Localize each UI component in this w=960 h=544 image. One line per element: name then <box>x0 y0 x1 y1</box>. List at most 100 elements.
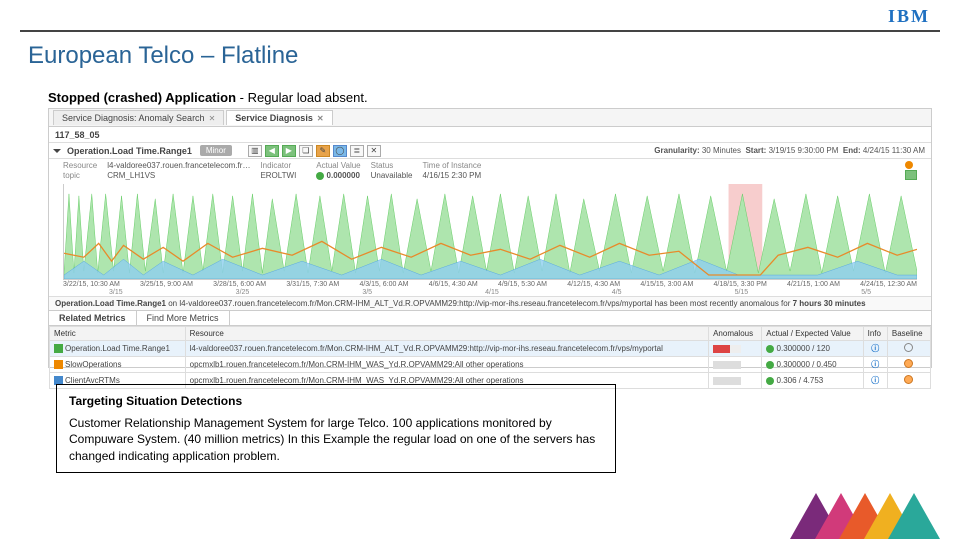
chart-xaxis: 3/22/15, 10:30 AM 3/25/15, 9:00 AM 3/28/15… <box>49 280 931 288</box>
tool-icon[interactable]: ◯ <box>333 145 347 157</box>
info-icon[interactable]: ⓘ <box>871 344 879 353</box>
table-row[interactable]: Operation.Load Time.Range1l4-valdoree037… <box>50 341 931 357</box>
status-dot-icon <box>316 172 324 180</box>
anomaly-duration: 7 hours 30 minutes <box>793 299 866 308</box>
xaxis-tick: 3/22/15, 10:30 AM <box>63 281 120 288</box>
indicator-value: EROLTWI <box>260 171 296 180</box>
annotation-heading: Targeting Situation Detections <box>69 393 603 409</box>
chart-svg <box>64 184 917 279</box>
tab-service-diagnosis[interactable]: Service Diagnosis ✕ <box>226 110 332 125</box>
xaxis-week-tick: 3/15 <box>109 289 123 296</box>
close-icon[interactable]: ✕ <box>317 114 324 123</box>
timeseries-chart[interactable] <box>63 184 917 280</box>
app-screenshot: Service Diagnosis: Anomaly Search ✕ Serv… <box>48 108 932 368</box>
xaxis-tick: 3/28/15, 6:00 AM <box>213 281 266 288</box>
meta-label: Indicator <box>260 161 296 170</box>
metric-name: Operation.Load Time.Range1 <box>67 146 192 156</box>
actual-value: 0.000000 <box>327 171 360 180</box>
table-header[interactable]: Metric <box>50 327 186 341</box>
info-icon[interactable]: ⓘ <box>871 360 879 369</box>
meta-label: Status <box>371 161 413 170</box>
gran-label: Granularity: <box>654 146 699 155</box>
topic-value: CRM_LH1VS <box>107 171 250 180</box>
status-dot-icon <box>766 345 774 353</box>
decorative-triangles <box>822 493 940 544</box>
tool-icon[interactable]: ❏ <box>299 145 313 157</box>
metric-color-icon <box>54 360 63 369</box>
xaxis-week-tick: 5/5 <box>861 289 871 296</box>
tab-anomaly-search[interactable]: Service Diagnosis: Anomaly Search ✕ <box>53 110 224 125</box>
subtitle-bold: Stopped (crashed) Application <box>48 90 236 105</box>
xaxis-tick: 4/3/15, 6:00 AM <box>359 281 408 288</box>
meta-label: Time of Instance <box>422 161 481 170</box>
xaxis-week-tick: 3/25 <box>236 289 250 296</box>
table-header[interactable]: Resource <box>185 327 708 341</box>
fwd-icon[interactable]: ▶ <box>282 145 296 157</box>
xaxis-week-tick: 4/15 <box>485 289 499 296</box>
related-tabs: Related Metrics Find More Metrics <box>49 310 931 326</box>
meta-label: topic <box>63 171 80 180</box>
breadcrumb-row: 117_58_05 <box>49 127 931 143</box>
table-header[interactable]: Actual / Expected Value <box>762 327 863 341</box>
severity-badge: Minor <box>200 145 232 156</box>
tab-bar: Service Diagnosis: Anomaly Search ✕ Serv… <box>49 109 931 127</box>
subtitle-rest: - Regular load absent. <box>236 90 368 105</box>
legend-dot-icon <box>905 161 913 169</box>
tool-icon[interactable]: ✎ <box>316 145 330 157</box>
tab-related-metrics[interactable]: Related Metrics <box>49 311 137 325</box>
anomaly-spark-icon <box>713 377 741 385</box>
xaxis-tick: 4/18/15, 3:30 PM <box>713 281 766 288</box>
header-rule <box>20 30 940 32</box>
time-range-info: Granularity: 30 Minutes Start: 3/19/15 9… <box>654 146 925 155</box>
metric-color-icon <box>54 344 63 353</box>
anomaly-metric: Operation.Load Time.Range1 <box>55 299 166 308</box>
baseline-icon[interactable] <box>904 343 913 352</box>
status-value: Unavailable <box>371 171 413 180</box>
expand-icon[interactable] <box>53 149 61 153</box>
annotation-box: Targeting Situation Detections Customer … <box>56 384 616 473</box>
back-icon[interactable]: ◀ <box>265 145 279 157</box>
anomaly-body: on l4-valdoree037.rouen.francetelecom.fr… <box>166 299 793 308</box>
table-row[interactable]: SlowOperationsopcmxlb1.rouen.francetelec… <box>50 357 931 373</box>
start-value: 3/19/15 9:30:00 PM <box>769 146 839 155</box>
metric-meta: Resource topic l4-valdoree037.rouen.fran… <box>49 159 931 182</box>
info-icon[interactable]: ⓘ <box>871 376 879 385</box>
table-header[interactable]: Anomalous <box>709 327 762 341</box>
tab-find-more-metrics[interactable]: Find More Metrics <box>137 311 230 325</box>
anomaly-summary: Operation.Load Time.Range1 on l4-valdore… <box>49 296 931 310</box>
metrics-table: MetricResourceAnomalousActual / Expected… <box>49 326 931 389</box>
xaxis-tick: 3/25/15, 9:00 AM <box>140 281 193 288</box>
table-header[interactable]: Info <box>863 327 887 341</box>
end-label: End: <box>843 146 861 155</box>
xaxis-tick: 4/12/15, 4:30 AM <box>567 281 620 288</box>
meta-label: Actual Value <box>316 161 360 170</box>
toolbar: ▥ ◀ ▶ ❏ ✎ ◯ ≣ ✕ <box>248 145 381 157</box>
end-value: 4/24/15 11:30 AM <box>863 146 925 155</box>
xaxis-tick: 4/24/15, 12:30 AM <box>860 281 917 288</box>
ibm-logo-text: IBM <box>888 6 930 26</box>
table-header-row: MetricResourceAnomalousActual / Expected… <box>50 327 931 341</box>
gran-value: 30 Minutes <box>702 146 741 155</box>
tab-label: Service Diagnosis: Anomaly Search <box>62 113 205 123</box>
resource-value: l4-valdoree037.rouen.francetelecom.fr… <box>107 161 250 170</box>
status-dot-icon <box>766 361 774 369</box>
tool-icon[interactable]: ✕ <box>367 145 381 157</box>
tab-label: Service Diagnosis <box>235 113 313 123</box>
xaxis-tick: 4/15/15, 3:00 AM <box>640 281 693 288</box>
annotation-body: Customer Relationship Management System … <box>69 415 603 464</box>
xaxis-week-tick: 3/5 <box>362 289 372 296</box>
close-icon[interactable]: ✕ <box>209 114 216 123</box>
xaxis-tick: 4/21/15, 1:00 AM <box>787 281 840 288</box>
xaxis-tick: 3/31/15, 7:30 AM <box>286 281 339 288</box>
xaxis-week-tick: 5/15 <box>735 289 749 296</box>
meta-label: Resource <box>63 161 97 170</box>
metric-header-row: Operation.Load Time.Range1 Minor ▥ ◀ ▶ ❏… <box>49 143 931 159</box>
table-header[interactable]: Baseline <box>887 327 930 341</box>
baseline-icon[interactable] <box>904 375 913 384</box>
baseline-icon[interactable] <box>904 359 913 368</box>
tool-icon[interactable]: ▥ <box>248 145 262 157</box>
start-label: Start: <box>745 146 766 155</box>
tool-icon[interactable]: ≣ <box>350 145 364 157</box>
brand-logo: IBM <box>888 6 930 27</box>
xaxis-tick: 4/6/15, 4:30 AM <box>429 281 478 288</box>
